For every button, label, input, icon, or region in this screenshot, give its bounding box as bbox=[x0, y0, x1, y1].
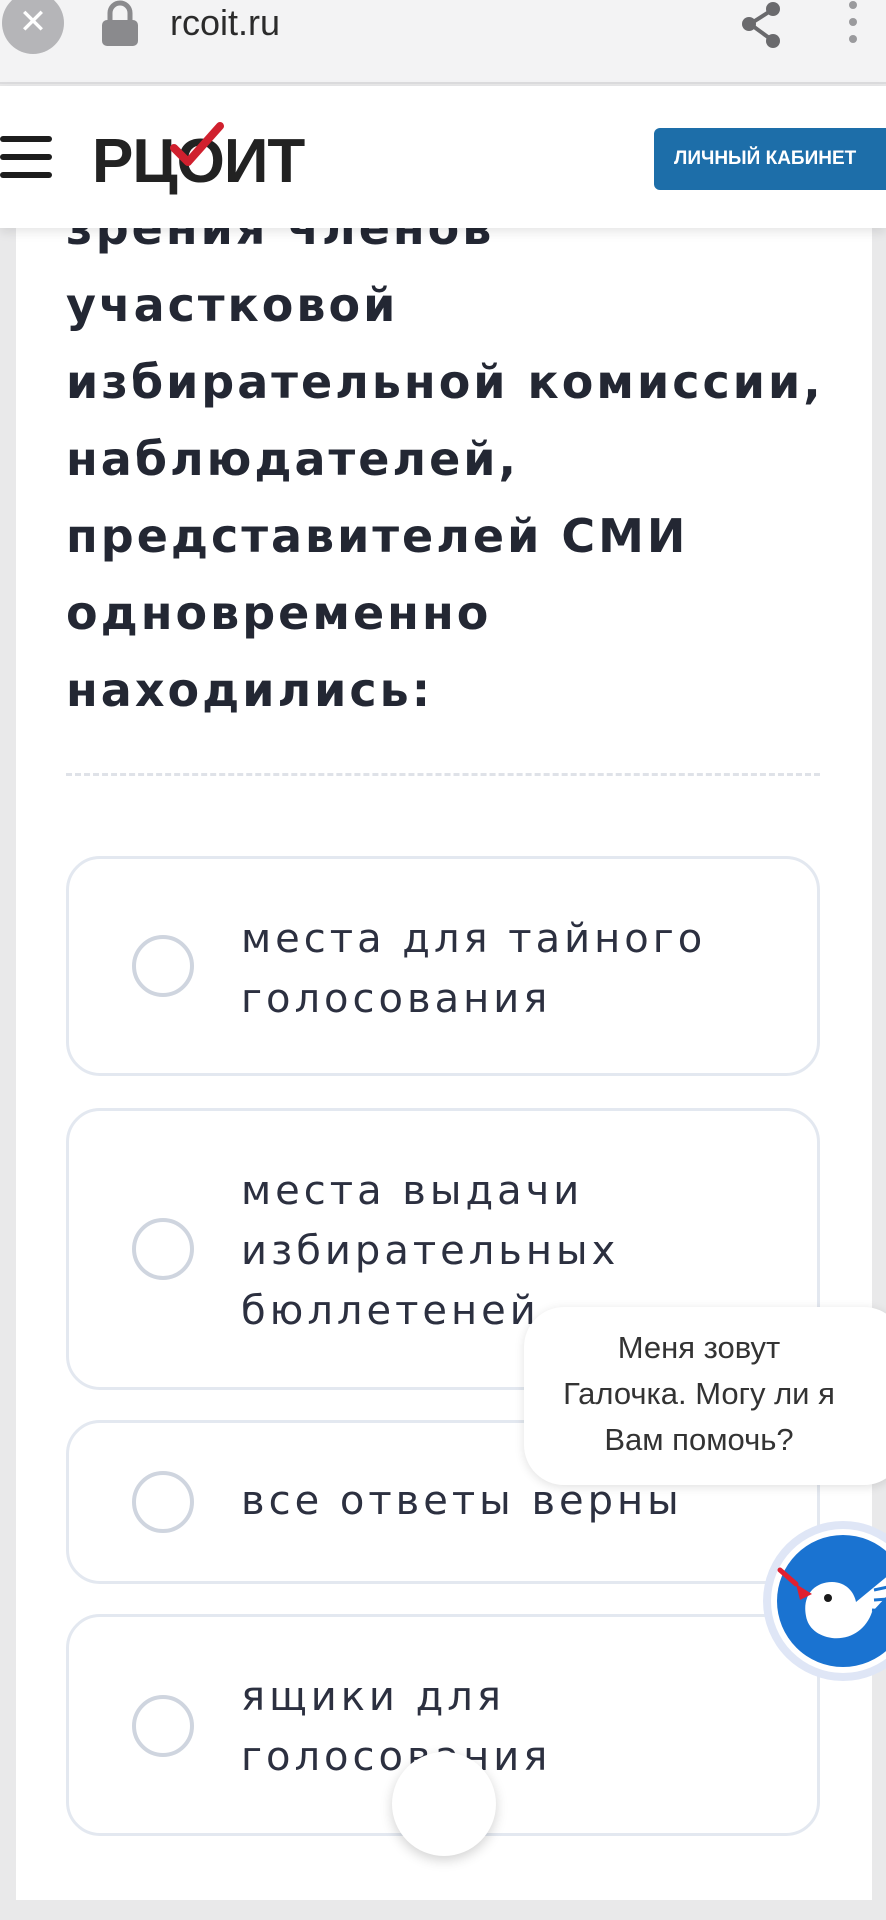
answer-line: места выдачи bbox=[241, 1168, 584, 1214]
chat-line: Вам помочь? bbox=[604, 1422, 794, 1457]
question-line: наблюдателей, bbox=[66, 432, 519, 486]
answer-text: ящики для голосования bbox=[241, 1667, 781, 1787]
chat-line: Меня зовут bbox=[617, 1330, 781, 1365]
url-text[interactable]: rcoit.ru bbox=[170, 2, 280, 44]
answer-line: ящики для bbox=[241, 1674, 505, 1720]
galochka-bird-icon[interactable] bbox=[762, 1520, 886, 1682]
question-line: представителей СМИ bbox=[66, 509, 689, 563]
logo-checkmark-icon bbox=[170, 122, 224, 166]
radio-button[interactable] bbox=[132, 1471, 194, 1533]
hamburger-icon[interactable] bbox=[0, 136, 52, 178]
answer-option[interactable]: места для тайного голосования bbox=[66, 856, 820, 1076]
answer-line: голосования bbox=[241, 1734, 552, 1780]
close-icon[interactable]: ✕ bbox=[2, 0, 64, 54]
question-divider bbox=[66, 773, 820, 776]
chat-greeting-bubble[interactable]: Меня зовут Галочка. Могу ли я Вам помочь… bbox=[524, 1307, 886, 1485]
answer-line: избирательных bbox=[241, 1228, 620, 1274]
lock-icon bbox=[102, 0, 138, 46]
answer-line: места для тайного bbox=[241, 916, 707, 962]
site-header: РЦОИТ ЛИЧНЫЙ КАБИНЕТ bbox=[0, 86, 886, 228]
question-line: участковой bbox=[66, 278, 399, 332]
browser-address-bar: ✕ rcoit.ru bbox=[0, 0, 886, 84]
chat-line: Галочка. Могу ли я bbox=[563, 1376, 835, 1411]
question-line: находились: bbox=[66, 663, 434, 717]
more-vert-icon[interactable] bbox=[846, 0, 860, 50]
answer-line: голосования bbox=[241, 976, 552, 1022]
question-line: избирательной комиссии, bbox=[66, 355, 824, 409]
question-text: зрения членов участковой избирательной к… bbox=[66, 190, 826, 729]
answer-text: места для тайного голосования bbox=[241, 909, 781, 1029]
question-line: одновременно bbox=[66, 586, 492, 640]
radio-button[interactable] bbox=[132, 1695, 194, 1757]
floating-scroll-button[interactable] bbox=[392, 1752, 496, 1856]
personal-cabinet-button[interactable]: ЛИЧНЫЙ КАБИНЕТ bbox=[654, 128, 886, 190]
share-icon[interactable] bbox=[738, 0, 784, 50]
radio-button[interactable] bbox=[132, 1218, 194, 1280]
radio-button[interactable] bbox=[132, 935, 194, 997]
